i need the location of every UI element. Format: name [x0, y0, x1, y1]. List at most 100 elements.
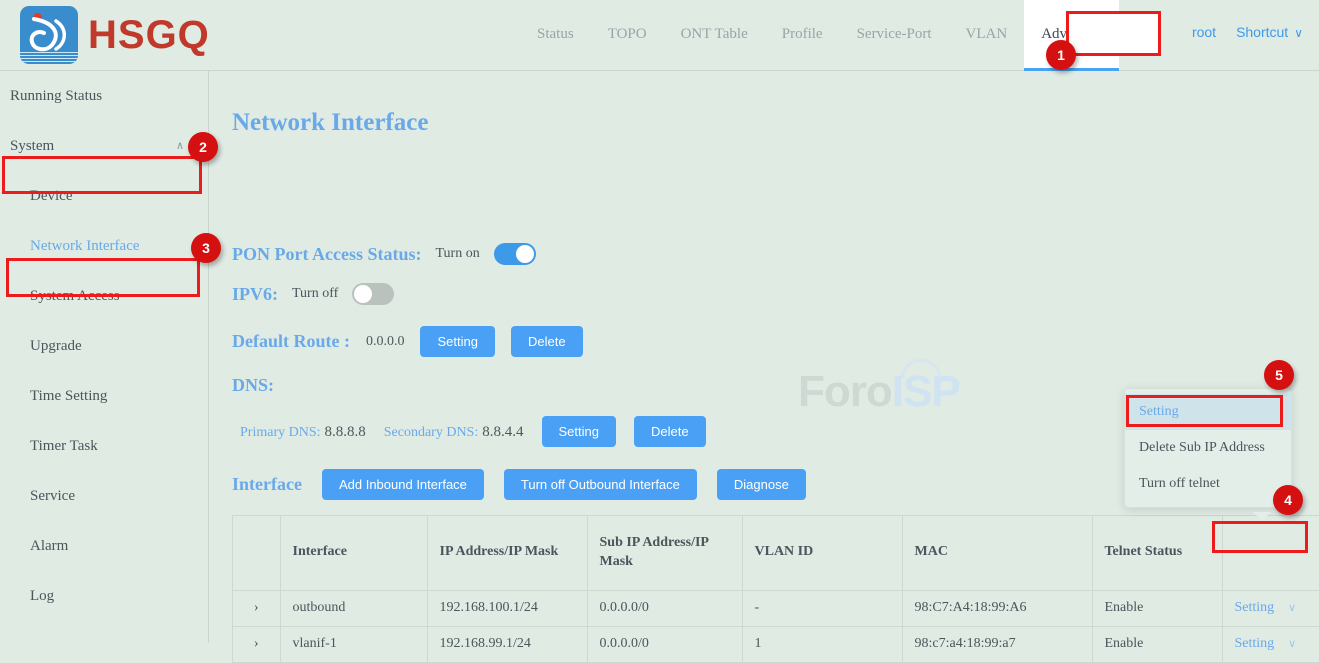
primary-dns: Primary DNS: 8.8.8.8	[240, 423, 366, 441]
sidebar-item-label: Upgrade	[30, 338, 82, 354]
app-header: HSGQ Status TOPO ONT Table Profile Servi…	[0, 0, 1319, 71]
row-setting-label: Setting	[1235, 600, 1275, 615]
pon-port-access-status-row: PON Port Access Status: Turn on	[232, 243, 536, 265]
sidebar-item-label: Service	[30, 488, 75, 504]
row-action-dropdown-menu: Setting Delete Sub IP Address Turn off t…	[1124, 388, 1292, 508]
nav-item-vlan[interactable]: VLAN	[949, 0, 1025, 71]
sidebar-item-time-setting[interactable]: Time Setting	[0, 371, 208, 421]
sidebar-item-label: Time Setting	[30, 388, 107, 404]
interface-section-label: Interface	[232, 474, 302, 495]
cell-ip: 192.168.99.1/24	[427, 626, 587, 662]
chevron-down-icon: ∨	[1288, 638, 1296, 650]
nav-item-topo[interactable]: TOPO	[591, 0, 664, 71]
nav-item-ont-table[interactable]: ONT Table	[664, 0, 765, 71]
table-header-row: Interface IP Address/IP Mask Sub IP Addr…	[233, 516, 1319, 590]
cell-interface: vlanif-1	[280, 626, 427, 662]
user-navigation: root Shortcut∨	[1192, 24, 1303, 40]
sidebar-item-label: Running Status	[10, 88, 102, 104]
toggle-knob-icon	[516, 245, 534, 263]
cell-action[interactable]: Setting∨	[1222, 626, 1319, 662]
cell-telnet: Enable	[1092, 626, 1222, 662]
dropdown-item-turn-off-telnet[interactable]: Turn off telnet	[1125, 466, 1291, 502]
sidebar-item-upgrade[interactable]: Upgrade	[0, 321, 208, 371]
col-vlan-id: VLAN ID	[742, 516, 902, 590]
ipv6-toggle[interactable]	[352, 283, 394, 305]
main-navigation: Status TOPO ONT Table Profile Service-Po…	[520, 0, 1119, 71]
sidebar-item-service[interactable]: Service	[0, 471, 208, 521]
col-interface: Interface	[280, 516, 427, 590]
primary-dns-value: 8.8.8.8	[325, 424, 366, 440]
cell-mac: 98:C7:A4:18:99:A6	[902, 590, 1092, 626]
row-expander-icon[interactable]: ›	[233, 626, 280, 662]
row-expander-icon[interactable]: ›	[233, 590, 280, 626]
sidebar-item-system-access[interactable]: System Access	[0, 271, 208, 321]
sidebar-item-label: Timer Task	[30, 438, 98, 454]
toggle-knob-icon	[354, 285, 372, 303]
ipv6-state-text: Turn off	[292, 286, 338, 302]
sidebar-item-label: System	[10, 138, 54, 154]
cell-telnet: Enable	[1092, 590, 1222, 626]
sidebar-item-system[interactable]: System∧	[0, 121, 208, 171]
diagnose-button[interactable]: Diagnose	[717, 469, 806, 500]
dns-row: Primary DNS: 8.8.8.8 Secondary DNS: 8.8.…	[240, 416, 706, 447]
default-route-value: 0.0.0.0	[366, 334, 405, 350]
brand-name: HSGQ	[88, 13, 210, 58]
foroisp-watermark: ForoISP	[798, 367, 960, 417]
page-title: Network Interface	[232, 109, 428, 137]
dns-setting-button[interactable]: Setting	[542, 416, 616, 447]
sidebar-item-label: Alarm	[30, 538, 68, 554]
pon-label: PON Port Access Status:	[232, 244, 421, 265]
watermark-arc-icon	[901, 359, 941, 378]
sidebar-item-device[interactable]: Device	[0, 171, 208, 221]
shortcut-menu[interactable]: Shortcut∨	[1236, 24, 1303, 40]
sidebar-item-log[interactable]: Log	[0, 571, 208, 621]
primary-dns-label: Primary DNS:	[240, 425, 321, 440]
sidebar-item-running-status[interactable]: Running Status	[0, 71, 208, 121]
dns-delete-button[interactable]: Delete	[634, 416, 706, 447]
row-setting-link[interactable]: Setting∨	[1235, 636, 1297, 651]
col-expander	[233, 516, 280, 590]
row-setting-link[interactable]: Setting∨	[1235, 600, 1297, 615]
col-ip-address-ip-mask: IP Address/IP Mask	[427, 516, 587, 590]
logo-swoosh-icon	[26, 15, 72, 53]
sidebar-item-alarm[interactable]: Alarm	[0, 521, 208, 571]
dropdown-item-delete-sub-ip-address[interactable]: Delete Sub IP Address	[1125, 430, 1291, 466]
cell-mac: 98:c7:a4:18:99:a7	[902, 626, 1092, 662]
table-row: › vlanif-1 192.168.99.1/24 0.0.0.0/0 1 9…	[233, 626, 1319, 662]
cell-interface: outbound	[280, 590, 427, 626]
add-inbound-interface-button[interactable]: Add Inbound Interface	[322, 469, 484, 500]
col-sub-ip-address-ip-mask: Sub IP Address/IP Mask	[587, 516, 742, 590]
sidebar-item-timer-task[interactable]: Timer Task	[0, 421, 208, 471]
cell-action[interactable]: Setting∨	[1222, 590, 1319, 626]
dns-label: DNS:	[232, 375, 274, 396]
default-route-setting-button[interactable]: Setting	[420, 326, 494, 357]
nav-item-status[interactable]: Status	[520, 0, 591, 71]
brand-logo[interactable]: HSGQ	[20, 6, 210, 64]
sidebar: Running Status System∧ Device Network In…	[0, 71, 209, 643]
cell-sub-ip: 0.0.0.0/0	[587, 626, 742, 662]
col-action	[1222, 516, 1319, 590]
default-route-delete-button[interactable]: Delete	[511, 326, 583, 357]
pon-state-text: Turn on	[435, 246, 479, 262]
nav-item-profile[interactable]: Profile	[765, 0, 840, 71]
logo-stripes-icon	[20, 52, 78, 62]
nav-item-advanced[interactable]: Advanced	[1024, 0, 1119, 71]
dropdown-item-setting[interactable]: Setting	[1125, 394, 1291, 430]
username-label[interactable]: root	[1192, 24, 1216, 40]
dropdown-arrow-icon	[1253, 512, 1271, 521]
watermark-part1: Foro	[798, 367, 892, 416]
pon-toggle[interactable]	[494, 243, 536, 265]
hsgq-logo-icon	[20, 6, 78, 64]
turn-off-outbound-interface-button[interactable]: Turn off Outbound Interface	[504, 469, 697, 500]
cell-vlan-id: -	[742, 590, 902, 626]
ipv6-row: IPV6: Turn off	[232, 283, 394, 305]
col-mac: MAC	[902, 516, 1092, 590]
cell-ip: 192.168.100.1/24	[427, 590, 587, 626]
secondary-dns: Secondary DNS: 8.8.4.4	[384, 423, 524, 441]
secondary-dns-value: 8.8.4.4	[482, 424, 523, 440]
interface-table-wrapper: Interface IP Address/IP Mask Sub IP Addr…	[232, 515, 1319, 663]
nav-item-service-port[interactable]: Service-Port	[840, 0, 949, 71]
interface-table: Interface IP Address/IP Mask Sub IP Addr…	[233, 516, 1319, 663]
col-telnet-status: Telnet Status	[1092, 516, 1222, 590]
sidebar-item-network-interface[interactable]: Network Interface	[0, 221, 208, 271]
